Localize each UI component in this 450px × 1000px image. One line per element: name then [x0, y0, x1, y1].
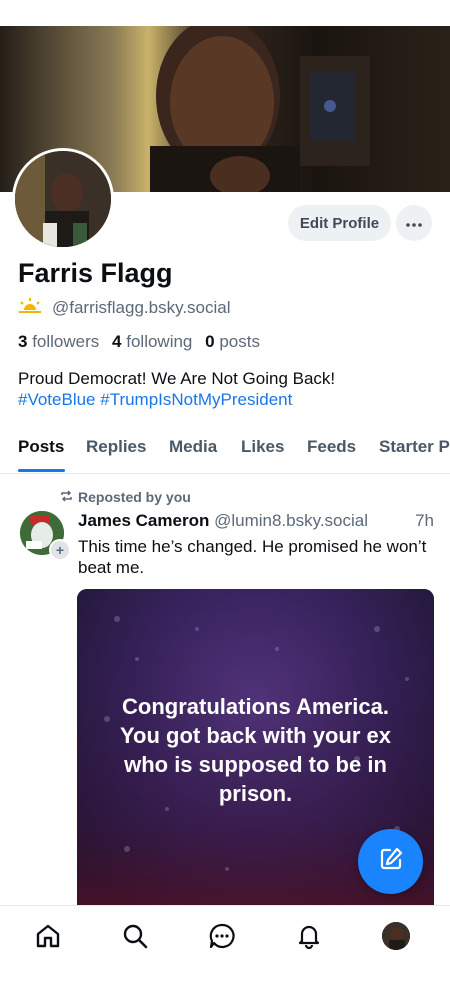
tab-likes[interactable]: Likes: [241, 437, 284, 457]
post-author-handle[interactable]: @lumin8.bsky.social: [214, 511, 368, 530]
posts-stat: 0 posts: [205, 332, 260, 351]
tab-starter-packs[interactable]: Starter P: [379, 437, 450, 457]
profile-display-name: Farris Flagg: [18, 258, 173, 288]
repost-icon: [60, 489, 73, 505]
profile-tabs: Posts Replies Media Likes Feeds Starter …: [0, 425, 450, 474]
ellipsis-icon: [406, 214, 422, 232]
profile-bio: Proud Democrat! We Are Not Going Back! #…: [18, 368, 438, 410]
post-time[interactable]: 7h: [415, 511, 434, 531]
bottom-navigation: [0, 905, 450, 974]
nav-home[interactable]: [32, 922, 64, 954]
post-author-name[interactable]: James Cameron: [78, 511, 209, 530]
nav-notifications[interactable]: [293, 922, 325, 954]
tab-feeds[interactable]: Feeds: [307, 437, 356, 457]
system-nav-area: [0, 973, 450, 1000]
sunrise-icon: [18, 297, 42, 318]
following-stat[interactable]: 4 following: [112, 332, 192, 351]
status-area: [0, 0, 450, 26]
profile-stats: 3 followers 4 following 0 posts: [18, 332, 260, 352]
compose-icon: [378, 846, 404, 877]
bio-hashtags[interactable]: #VoteBlue #TrumpIsNotMyPresident: [18, 389, 438, 410]
tab-media[interactable]: Media: [169, 437, 217, 457]
follow-plus-badge[interactable]: +: [49, 539, 71, 561]
compose-button[interactable]: [358, 829, 423, 894]
tab-replies[interactable]: Replies: [86, 437, 146, 457]
nav-profile-avatar[interactable]: [382, 922, 410, 950]
active-tab-indicator: [18, 469, 65, 472]
tab-posts[interactable]: Posts: [18, 437, 64, 457]
post-image-caption: Congratulations America. You got back wi…: [120, 694, 391, 806]
followers-stat[interactable]: 3 followers: [18, 332, 99, 351]
post-header: James Cameron @lumin8.bsky.social 7h: [78, 511, 434, 531]
chat-icon: [209, 923, 235, 954]
search-icon: [122, 923, 148, 954]
edit-profile-button[interactable]: Edit Profile: [288, 205, 391, 241]
post-text: This time he’s changed. He promised he w…: [78, 537, 427, 577]
nav-search[interactable]: [119, 922, 151, 954]
bell-icon: [296, 923, 322, 954]
profile-handle: @farrisflagg.bsky.social: [52, 297, 231, 317]
profile-handle-row: @farrisflagg.bsky.social: [18, 297, 231, 318]
profile-avatar[interactable]: [12, 148, 114, 250]
home-icon: [35, 923, 61, 954]
nav-chat[interactable]: [206, 922, 238, 954]
repost-label: Reposted by you: [78, 489, 191, 505]
bio-text: Proud Democrat! We Are Not Going Back!: [18, 369, 336, 388]
more-options-button[interactable]: [396, 205, 432, 241]
repost-indicator: Reposted by you: [60, 489, 191, 505]
